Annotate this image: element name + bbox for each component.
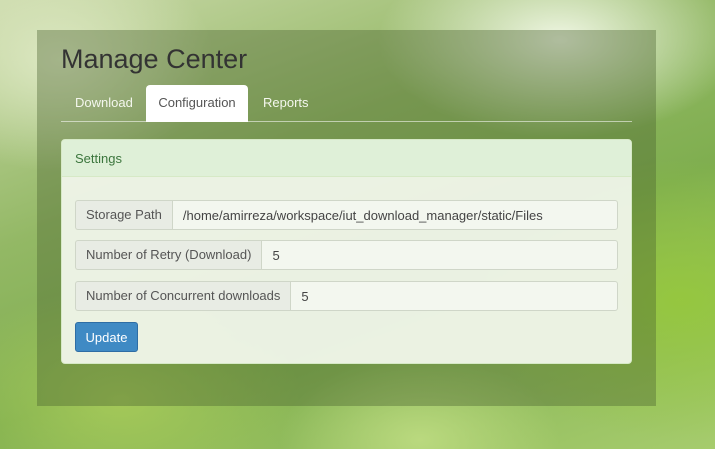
panel-heading: Settings	[62, 140, 631, 177]
retry-input[interactable]	[261, 240, 618, 270]
retry-label: Number of Retry (Download)	[75, 240, 262, 270]
tab-bar: Download Configuration Reports	[61, 85, 632, 122]
concurrent-label: Number of Concurrent downloads	[75, 281, 291, 311]
storage-path-label: Storage Path	[75, 200, 172, 230]
tab-reports[interactable]: Reports	[249, 85, 323, 121]
storage-path-group: Storage Path	[75, 200, 618, 230]
page-title: Manage Center	[61, 44, 248, 74]
tab-download[interactable]: Download	[61, 85, 147, 121]
concurrent-input[interactable]	[290, 281, 618, 311]
storage-path-input[interactable]	[171, 200, 618, 230]
retry-group: Number of Retry (Download)	[75, 240, 618, 270]
concurrent-group: Number of Concurrent downloads	[75, 281, 618, 311]
update-button[interactable]: Update	[75, 322, 138, 352]
tab-configuration[interactable]: Configuration	[146, 85, 248, 122]
settings-panel: Settings Storage Path Number of Retry (D…	[61, 139, 632, 364]
